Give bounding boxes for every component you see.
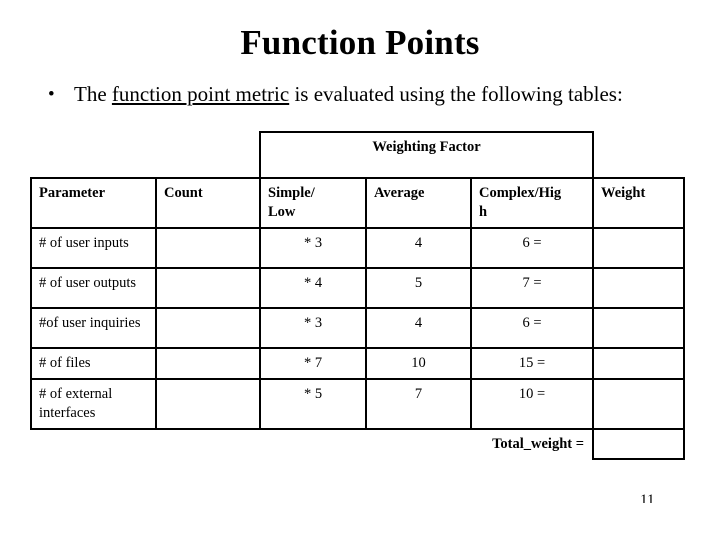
group-header-weighting-factor: Weighting Factor xyxy=(259,131,594,179)
cell-simple-low: * 5 xyxy=(259,378,367,430)
cell-weight[interactable] xyxy=(592,227,685,269)
total-weight-value[interactable] xyxy=(592,428,685,460)
cell-parameter: #of user inquiries xyxy=(30,307,157,349)
cell-parameter: # of user outputs xyxy=(30,267,157,309)
cell-average: 5 xyxy=(365,267,472,309)
spacer-cell-weight xyxy=(593,132,684,178)
cell-simple-low: * 7 xyxy=(259,347,367,380)
cell-complex-high: 6 = xyxy=(470,307,594,349)
total-spacer-simple xyxy=(260,429,366,459)
column-header-complex-high: Complex/Hig h xyxy=(470,177,594,229)
bullet-text-after: is evaluated using the following tables: xyxy=(289,82,623,106)
total-weight-label: Total_weight = xyxy=(492,436,584,452)
bullet-item-text: The function point metric is evaluated u… xyxy=(74,81,668,108)
cell-simple-low: * 3 xyxy=(259,307,367,349)
table-row: # of external interfaces * 5 7 10 = xyxy=(30,378,685,430)
bullet-marker-icon: • xyxy=(48,84,55,105)
function-points-table-container: Weighting Factor Parameter Count Simple/… xyxy=(30,131,685,460)
cell-count[interactable] xyxy=(155,307,261,349)
cell-average: 4 xyxy=(365,227,472,269)
table-row: # of user inputs * 3 4 6 = xyxy=(30,227,685,269)
page-number: 11 xyxy=(640,492,655,503)
table-row: #of user inquiries * 3 4 6 = xyxy=(30,307,685,349)
column-header-complex-line1: Complex/Hig xyxy=(479,185,562,201)
bullet-emphasis-text: function point metric xyxy=(111,82,290,106)
cell-simple-low: * 3 xyxy=(259,227,367,269)
column-header-simple-line2: Low xyxy=(268,204,296,220)
table-row: # of files * 7 10 15 = xyxy=(30,347,685,380)
bullet-text-before: The xyxy=(74,82,112,106)
total-spacer-parameter xyxy=(31,429,156,459)
cell-complex-high: 7 = xyxy=(470,267,594,309)
slide-canvas: Function Points • The function point met… xyxy=(0,0,720,540)
column-header-simple-low: Simple/Low xyxy=(259,177,367,229)
cell-count[interactable] xyxy=(155,378,261,430)
column-header-count: Count xyxy=(155,177,261,229)
column-header-complex-line2: h xyxy=(479,204,488,220)
spacer-cell-count xyxy=(156,132,260,178)
cell-weight[interactable] xyxy=(592,307,685,349)
page-title: Function Points xyxy=(240,23,480,62)
cell-count[interactable] xyxy=(155,267,261,309)
function-points-table: Weighting Factor Parameter Count Simple/… xyxy=(30,131,685,460)
cell-complex-high: 15 = xyxy=(470,347,594,380)
column-header-simple-line1: Simple/ xyxy=(268,185,315,201)
cell-weight[interactable] xyxy=(592,378,685,430)
column-header-average: Average xyxy=(365,177,472,229)
bullet-list: • The function point metric is evaluated… xyxy=(48,81,668,108)
cell-weight[interactable] xyxy=(592,347,685,380)
cell-parameter: # of files xyxy=(30,347,157,380)
column-header-parameter: Parameter xyxy=(30,177,157,229)
cell-average: 7 xyxy=(365,378,472,430)
cell-parameter: # of user inputs xyxy=(30,227,157,269)
cell-average: 10 xyxy=(365,347,472,380)
table-total-row: Total_weight = xyxy=(31,428,685,460)
cell-count[interactable] xyxy=(155,227,261,269)
cell-average: 4 xyxy=(365,307,472,349)
cell-complex-high: 10 = xyxy=(470,378,594,430)
total-spacer-count xyxy=(156,429,260,459)
spacer-cell-parameter xyxy=(31,132,156,178)
cell-complex-high: 6 = xyxy=(470,227,594,269)
list-item: • The function point metric is evaluated… xyxy=(48,81,668,108)
cell-parameter: # of external interfaces xyxy=(30,378,157,430)
cell-weight[interactable] xyxy=(592,267,685,309)
column-header-weight: Weight xyxy=(592,177,685,229)
cell-count[interactable] xyxy=(155,347,261,380)
table-row: # of user outputs * 4 5 7 = xyxy=(30,267,685,309)
table-header-row: Parameter Count Simple/Low Average Compl… xyxy=(30,177,685,229)
table-group-header-row: Weighting Factor xyxy=(31,131,684,179)
cell-simple-low: * 4 xyxy=(259,267,367,309)
